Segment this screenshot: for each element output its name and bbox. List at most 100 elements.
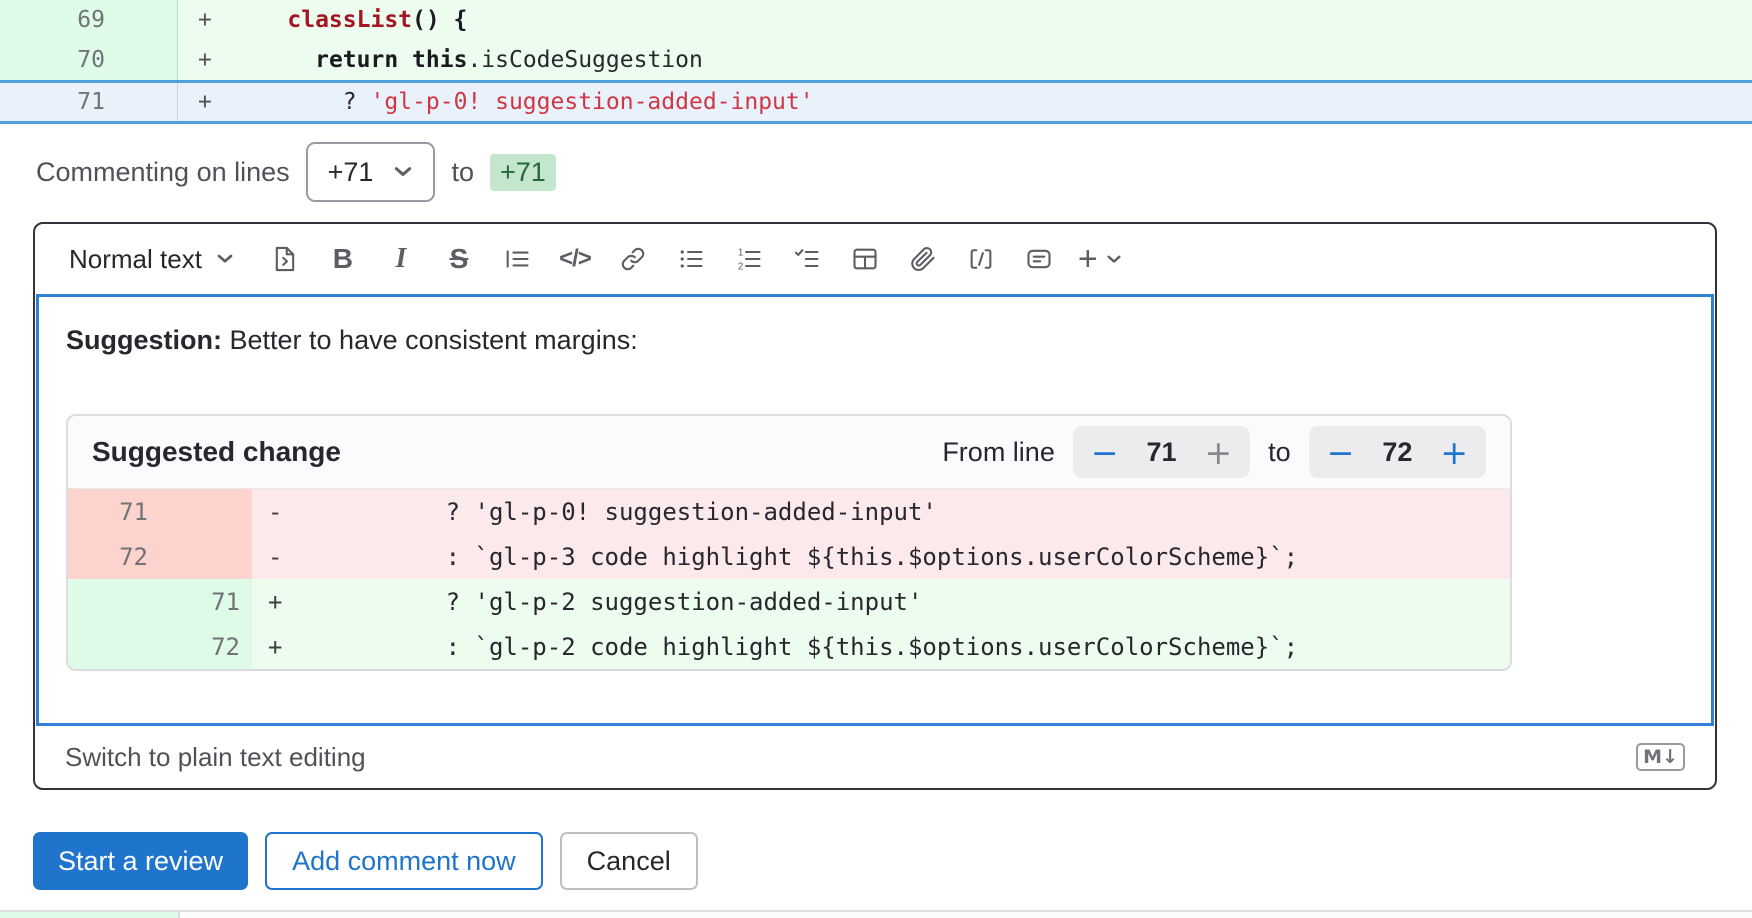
- suggested-change-header: Suggested change From line − 71 + to − 7…: [68, 416, 1510, 489]
- code-icon: </>: [559, 245, 591, 273]
- diff-marker: -: [252, 498, 330, 526]
- comment-actions: Start a review Add comment now Cancel: [33, 832, 698, 890]
- code-line: ? 'gl-p-0! suggestion-added-input': [232, 89, 814, 115]
- cancel-button[interactable]: Cancel: [560, 832, 698, 890]
- decrease-from-line-button[interactable]: −: [1091, 436, 1119, 469]
- bold-icon: B: [333, 243, 353, 275]
- code-suggestion-button[interactable]: [262, 236, 308, 282]
- blockquote-button[interactable]: [494, 236, 540, 282]
- diff-line-70: 70 + return this.isCodeSuggestion: [0, 40, 1752, 80]
- start-review-button[interactable]: Start a review: [33, 832, 248, 890]
- diff-gutter-edge: [0, 912, 180, 918]
- bold-button[interactable]: B: [320, 236, 366, 282]
- old-line-number: 72: [68, 534, 160, 579]
- diff-line-71-selected: 71 + ? 'gl-p-0! suggestion-added-input': [0, 80, 1752, 124]
- more-options-button[interactable]: +: [1078, 242, 1122, 276]
- italic-icon: I: [395, 243, 406, 275]
- old-line-number: [68, 579, 160, 624]
- new-line-number: 72: [160, 624, 252, 669]
- link-button[interactable]: [610, 236, 656, 282]
- svg-text:1: 1: [738, 248, 744, 259]
- chevron-down-icon: [1106, 254, 1122, 265]
- from-line-stepper: − 71 +: [1073, 426, 1250, 478]
- code-line: return this.isCodeSuggestion: [232, 47, 703, 73]
- from-line-value: +71: [328, 157, 374, 188]
- diff-line-69: 69 + classList() {: [0, 0, 1752, 40]
- bullet-list-icon: [677, 245, 705, 273]
- old-line-number: 71: [68, 489, 160, 534]
- task-list-button[interactable]: [784, 236, 830, 282]
- suggested-change-widget: Suggested change From line − 71 + to − 7…: [66, 414, 1512, 671]
- commenting-bar: Commenting on lines +71 to +71: [0, 124, 556, 220]
- diff-marker: +: [252, 633, 330, 661]
- from-line-label: From line: [942, 437, 1055, 468]
- code-line: ? 'gl-p-2 suggestion-added-input': [330, 588, 922, 616]
- ordered-list-button[interactable]: 12: [726, 236, 772, 282]
- chevron-down-icon: [216, 253, 234, 265]
- task-list-icon: [793, 245, 821, 273]
- italic-button[interactable]: I: [378, 236, 424, 282]
- chevron-down-icon: [393, 165, 413, 179]
- from-line-dropdown[interactable]: +71: [306, 142, 436, 202]
- plus-icon: +: [1078, 242, 1098, 276]
- line-range-controls: From line − 71 + to − 72 +: [942, 426, 1486, 478]
- text-style-value: Normal text: [69, 244, 202, 275]
- new-line-number: [160, 489, 252, 534]
- code-line: : `gl-p-3 code highlight ${this.$options…: [330, 543, 1298, 571]
- svg-text:2: 2: [738, 262, 744, 273]
- to-label: to: [1268, 437, 1291, 468]
- next-diff-row-edge: [0, 910, 1752, 918]
- suggested-change-title: Suggested change: [92, 436, 341, 468]
- line-number-70[interactable]: 70: [0, 40, 178, 80]
- code-line: ? 'gl-p-0! suggestion-added-input': [330, 498, 937, 526]
- quick-action-button[interactable]: [958, 236, 1004, 282]
- diff-marker: +: [178, 47, 232, 73]
- added-line-72: 72 + : `gl-p-2 code highlight ${this.$op…: [68, 624, 1510, 669]
- strikethrough-button[interactable]: S: [436, 236, 482, 282]
- editor-content[interactable]: Suggestion: Better to have consistent ma…: [36, 294, 1714, 726]
- diff-marker: +: [178, 89, 232, 115]
- markdown-icon[interactable]: M↓: [1636, 743, 1685, 771]
- from-line-value: 71: [1139, 437, 1185, 468]
- diff-marker: +: [178, 7, 232, 33]
- blockquote-icon: [503, 245, 531, 273]
- editor-toolbar: Normal text B I S </> 12: [35, 224, 1715, 294]
- code-button[interactable]: </>: [552, 236, 598, 282]
- suggested-change-diff: 71 - ? 'gl-p-0! suggestion-added-input' …: [68, 489, 1510, 669]
- decrease-to-line-button[interactable]: −: [1327, 436, 1355, 469]
- attach-file-icon: [909, 245, 937, 273]
- removed-line-72: 72 - : `gl-p-3 code highlight ${this.$op…: [68, 534, 1510, 579]
- to-word: to: [451, 157, 474, 188]
- diff-context: 69 + classList() { 70 + return this.isCo…: [0, 0, 1752, 124]
- new-line-number: [160, 534, 252, 579]
- attach-file-button[interactable]: [900, 236, 946, 282]
- add-comment-now-button[interactable]: Add comment now: [265, 832, 543, 890]
- diff-marker: +: [252, 588, 330, 616]
- table-icon: [851, 245, 879, 273]
- comment-text-bold: Suggestion:: [66, 325, 222, 355]
- comment-text-rest: Better to have consistent margins:: [222, 325, 638, 355]
- diff-code-edge: [180, 912, 1752, 918]
- comment-text: Suggestion: Better to have consistent ma…: [66, 325, 1711, 356]
- to-line-value: 72: [1374, 437, 1420, 468]
- increase-to-line-button[interactable]: +: [1440, 436, 1468, 469]
- removed-line-71: 71 - ? 'gl-p-0! suggestion-added-input': [68, 489, 1510, 534]
- line-number-71[interactable]: 71: [0, 83, 178, 121]
- table-button[interactable]: [842, 236, 888, 282]
- new-line-number: 71: [160, 579, 252, 624]
- bullet-list-button[interactable]: [668, 236, 714, 282]
- comment-button[interactable]: [1016, 236, 1062, 282]
- diff-marker: -: [252, 543, 330, 571]
- switch-plain-text-button[interactable]: Switch to plain text editing: [65, 742, 366, 773]
- code-suggestion-icon: [271, 245, 299, 273]
- code-line: : `gl-p-2 code highlight ${this.$options…: [330, 633, 1298, 661]
- quick-action-icon: [967, 245, 995, 273]
- old-line-number: [68, 624, 160, 669]
- strikethrough-icon: S: [450, 243, 469, 275]
- increase-from-line-button[interactable]: +: [1205, 436, 1233, 469]
- code-line: classList() {: [232, 7, 467, 33]
- added-line-71: 71 + ? 'gl-p-2 suggestion-added-input': [68, 579, 1510, 624]
- line-number-69[interactable]: 69: [0, 0, 178, 40]
- text-style-dropdown[interactable]: Normal text: [57, 244, 246, 275]
- comment-icon: [1025, 245, 1053, 273]
